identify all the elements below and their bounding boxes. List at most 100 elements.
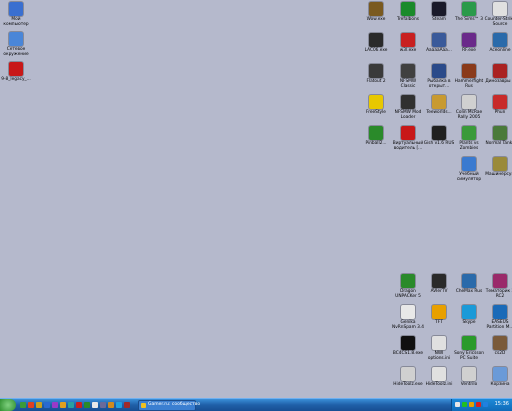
start-button[interactable] xyxy=(0,399,16,411)
desktop-shortcut[interactable]: АааааАаа... xyxy=(423,33,455,53)
quick-launch-icon[interactable] xyxy=(60,402,66,408)
quick-launch-icon[interactable] xyxy=(116,402,122,408)
desktop-shortcut[interactable]: w3l.exe xyxy=(392,33,424,53)
desktop-shortcut[interactable]: Dragon UNPACKer 5 xyxy=(392,274,424,299)
shortcut-label: Мой компьютер xyxy=(3,17,29,27)
taskbar-button-label: Gamer.ru: сообщество xyxy=(148,402,201,407)
desktop-shortcut[interactable]: Учебный симулятор xyxy=(453,157,485,182)
quick-launch-icon[interactable] xyxy=(36,402,42,408)
freestyle-icon xyxy=(369,95,383,109)
rf-icon xyxy=(462,33,476,47)
quick-launch-icon[interactable] xyxy=(124,402,130,408)
shortcut-label: NFSMW Classic xyxy=(399,79,417,89)
nfsmw-loader-icon xyxy=(401,95,415,109)
desktop-shortcut[interactable]: BC4CS1.8.exe xyxy=(392,336,424,356)
desktop-shortcut[interactable]: HideToolz.ini xyxy=(423,367,455,387)
desktop-shortcut[interactable]: CheMax Rus xyxy=(453,274,485,294)
shortcut-label: 9-8_legacy_... xyxy=(1,77,31,82)
desktop-shortcut[interactable]: Phun xyxy=(484,95,512,115)
desktop-shortcut[interactable]: Мой компьютер xyxy=(0,2,32,27)
quick-launch-icon[interactable] xyxy=(44,402,50,408)
desktop-shortcut[interactable]: Корзина xyxy=(484,367,512,387)
desktop-shortcut[interactable]: Тематорик 2 RC2 xyxy=(484,274,512,299)
shortcut-label: Виртуальный водитель [... xyxy=(392,141,424,151)
shortcut-label: BC4CS1.8.exe xyxy=(392,351,424,356)
desktop-shortcut[interactable]: Машинерсум xyxy=(484,157,512,177)
shortcut-label: Plants vs Zombies xyxy=(459,141,479,151)
desktop-shortcut[interactable]: Wow.exe xyxy=(360,2,392,22)
desktop-shortcut[interactable]: Skype xyxy=(453,305,485,325)
desktop-shortcut[interactable]: RF.exe xyxy=(453,33,485,53)
shortcut-label: NWI options.ini xyxy=(427,351,451,361)
desktop-shortcut[interactable]: LAC06.exe xyxy=(360,33,392,53)
desktop-shortcut[interactable]: Steam xyxy=(423,2,455,22)
ini-file-icon xyxy=(432,367,446,381)
quick-launch-icon[interactable] xyxy=(68,402,74,408)
desktop-shortcut[interactable]: NFSMW Classic xyxy=(392,64,424,89)
ini-file-icon xyxy=(432,336,446,350)
shortcut-label: Teeworlds... xyxy=(426,110,452,115)
desktop-shortcut[interactable]: Виртуальный водитель [... xyxy=(392,126,424,151)
desktop-shortcut[interactable]: Teeworlds... xyxy=(423,95,455,115)
desktop-shortcut[interactable]: Aceonline xyxy=(484,33,512,53)
desktop-shortcut[interactable]: 9-8_legacy_... xyxy=(0,62,32,82)
desktop-shortcut[interactable]: cs2D xyxy=(484,336,512,356)
desktop-shortcut[interactable]: The Sims™ 3 xyxy=(453,2,485,22)
ventrilo-icon xyxy=(462,367,476,381)
quick-launch-icon[interactable] xyxy=(84,402,90,408)
taskbar-button-browser[interactable]: Gamer.ru: сообщество xyxy=(138,400,200,411)
desktop-shortcut[interactable]: Plants vs Zombies xyxy=(453,126,485,151)
shortcut-label: Phun xyxy=(494,110,506,115)
desktop-shortcut[interactable]: NFSMW Mod Loader xyxy=(392,95,424,120)
shortcut-label: HideToolz.ini xyxy=(425,382,453,387)
desktop-shortcut[interactable]: Ventrilo xyxy=(453,367,485,387)
tft-icon xyxy=(432,305,446,319)
quick-launch-icon[interactable] xyxy=(28,402,34,408)
tray-icon[interactable] xyxy=(476,402,481,407)
desktop-shortcut[interactable]: Сетевое окружение xyxy=(0,32,32,57)
desktop-shortcut[interactable]: Sony Ericsson PC Suite xyxy=(453,336,485,361)
desktop-shortcut[interactable]: Genika NvRnSpam 3.4 xyxy=(392,305,424,330)
shortcut-label: Dragon UNPACKer 5 xyxy=(395,289,421,299)
tray-icon[interactable] xyxy=(469,402,474,407)
desktop-shortcut[interactable]: Hammerfight Rus xyxy=(453,64,485,89)
tematorik-icon xyxy=(493,274,507,288)
recycle-bin-icon xyxy=(493,367,507,381)
desktop-shortcut[interactable]: Trefalbons xyxy=(392,2,424,22)
quick-launch-icon[interactable] xyxy=(20,402,26,408)
desktop-shortcut[interactable]: NWI options.ini xyxy=(423,336,455,361)
desktop-shortcut[interactable]: Normal Tanks xyxy=(484,126,512,146)
quick-launch-icon[interactable] xyxy=(76,402,82,408)
bc4cs-icon xyxy=(401,336,415,350)
desktop-shortcut[interactable]: Динозавры 2 xyxy=(484,64,512,84)
desktop-shortcut[interactable]: FreeStyle xyxy=(360,95,392,115)
desktop-shortcut[interactable]: AVIerTV xyxy=(423,274,455,294)
tray-icon[interactable] xyxy=(462,402,467,407)
aceonline-icon xyxy=(493,33,507,47)
desktop-shortcut[interactable]: Flatout 2 xyxy=(360,64,392,84)
teeworlds-icon xyxy=(432,95,446,109)
quick-launch-icon[interactable] xyxy=(100,402,106,408)
shortcut-label: Тематорик 2 RC2 xyxy=(485,289,512,299)
desktop-shortcut[interactable]: Counter-Strike Source xyxy=(484,2,512,27)
chemax-icon xyxy=(462,274,476,288)
shortcut-label: The Sims™ 3 xyxy=(454,17,484,22)
tray-icon[interactable] xyxy=(483,402,488,407)
easeus-icon xyxy=(493,305,507,319)
steam-icon xyxy=(432,2,446,16)
desktop-shortcut[interactable]: HideToolz.exe xyxy=(392,367,424,387)
tray-icon[interactable] xyxy=(455,402,460,407)
desktop-shortcut[interactable]: Gish v1.6 RUS xyxy=(423,126,455,146)
desktop-shortcut[interactable]: Pinball2... xyxy=(360,126,392,146)
quick-launch-icon[interactable] xyxy=(52,402,58,408)
taskbar: Gamer.ru: сообщество 15:36 xyxy=(0,398,512,411)
shortcut-label: AVIerTV xyxy=(430,289,448,294)
desktop-shortcut[interactable]: EASEUS Partition M... xyxy=(484,305,512,330)
desktop-shortcut[interactable]: Colin McRae Rally 2005 xyxy=(453,95,485,120)
desktop-shortcut[interactable]: TFT xyxy=(423,305,455,325)
quick-launch-icon[interactable] xyxy=(92,402,98,408)
desktop-shortcut[interactable]: Рыбалка в открыт... xyxy=(423,64,455,89)
shortcut-label: Hammerfight Rus xyxy=(454,79,484,89)
quick-launch-icon[interactable] xyxy=(108,402,114,408)
shortcut-label: cs2D xyxy=(494,351,506,356)
